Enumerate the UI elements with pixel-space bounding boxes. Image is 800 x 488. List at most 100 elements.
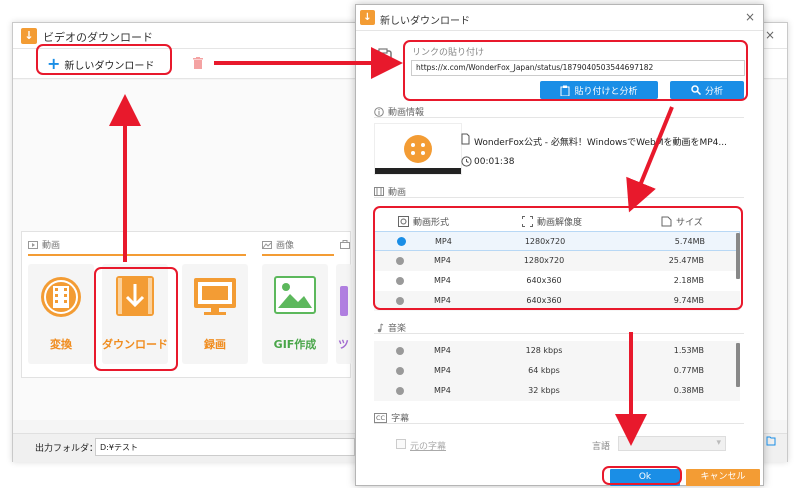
section-video-label: 動画: [42, 241, 61, 251]
audio-row[interactable]: MP4 128 kbps 1.53MB: [374, 341, 740, 361]
dialog-title: 新しいダウンロード: [380, 16, 470, 27]
dialog-close-icon[interactable]: ×: [745, 10, 755, 24]
tile-toolbox-label: ツ: [338, 338, 349, 351]
tools-panel: 動画 画像 変換 ダウンロード 録画 GIF作成 ツ: [21, 231, 352, 378]
original-subtitle-label[interactable]: 元の字幕: [410, 439, 446, 452]
language-select[interactable]: [618, 436, 726, 451]
app-download-icon: ↓: [21, 28, 37, 44]
row-resolution: 1280x720: [523, 256, 565, 265]
plus-icon: +: [47, 54, 61, 73]
new-download-dialog: ↓ 新しいダウンロード × リンクの貼り付け https://x.com/Won…: [355, 4, 764, 486]
audio-row[interactable]: MP4 32 kbps 0.38MB: [374, 381, 740, 401]
output-folder-input[interactable]: D:¥テスト: [95, 438, 355, 456]
analyze-button[interactable]: 分析: [670, 81, 744, 99]
row-bitrate: 64 kbps: [528, 366, 560, 375]
dialog-footer: Ok キャンセル: [356, 467, 763, 487]
row-bitrate: 128 kbps: [525, 346, 563, 355]
record-screen-icon: [194, 278, 236, 315]
new-download-label: 新しいダウンロード: [64, 60, 155, 72]
ok-button[interactable]: Ok: [610, 469, 680, 486]
tile-download[interactable]: ダウンロード: [102, 264, 168, 364]
section-video-underline: [28, 254, 246, 256]
section-image: 画像: [262, 238, 294, 251]
tile-convert[interactable]: 変換: [28, 264, 94, 364]
music-note-icon: [377, 323, 384, 332]
radio-dot-icon: [396, 367, 404, 375]
row-size: 25.47MB: [668, 256, 704, 265]
selected-check-icon: [397, 237, 406, 246]
section-video: 動画: [28, 238, 60, 251]
row-size: 9.74MB: [673, 296, 704, 305]
section-image-underline: [262, 254, 334, 256]
video-row[interactable]: MP4 640x360 2.18MB: [374, 271, 740, 291]
radio-dot-icon: [396, 387, 404, 395]
download-icon: [116, 276, 154, 316]
audio-row[interactable]: MP4 64 kbps 0.77MB: [374, 361, 740, 381]
header-resolution-label: 動画解像度: [537, 218, 583, 228]
thumbnail-bar: [375, 168, 461, 174]
row-resolution: 1280x720: [524, 237, 566, 246]
paste-and-analyze-button[interactable]: 貼り付けと分析: [540, 81, 658, 99]
original-subtitle-checkbox[interactable]: [396, 439, 406, 449]
new-download-button[interactable]: + 新しいダウンロード: [47, 54, 154, 74]
row-size: 0.38MB: [673, 386, 704, 395]
convert-film-icon: [41, 277, 81, 317]
row-size: 5.74MB: [674, 237, 705, 246]
row-size: 2.18MB: [673, 276, 704, 285]
size-icon: [661, 216, 672, 227]
divider: [374, 423, 744, 424]
toolbox-icon: [340, 286, 348, 316]
cc-icon: CC: [374, 412, 388, 423]
paste-and-analyze-label: 貼り付けと分析: [574, 86, 638, 97]
row-resolution: 640x360: [526, 296, 562, 305]
trash-icon[interactable]: [193, 57, 203, 69]
tile-record[interactable]: 録画: [182, 264, 248, 364]
row-format: MP4: [435, 237, 452, 246]
row-size: 1.53MB: [673, 346, 704, 355]
video-row[interactable]: MP4 1280x720 25.47MB: [374, 251, 740, 271]
video-row[interactable]: MP4 1280x720 5.74MB: [374, 231, 740, 251]
header-format-label: 動画形式: [413, 218, 450, 228]
info-icon: [374, 106, 384, 117]
video-title: WonderFox公式 - 必無料！WindowsでWebMを動画をMP4...: [474, 138, 727, 148]
row-format: MP4: [434, 366, 451, 375]
gif-image-icon: [274, 276, 316, 314]
film-icon: [374, 187, 384, 196]
url-input[interactable]: https://x.com/WonderFox_Japan/status/187…: [411, 60, 745, 76]
radio-dot-icon: [396, 347, 404, 355]
header-format: 動画形式: [398, 215, 449, 228]
radio-dot-icon: [396, 297, 404, 305]
header-size-label: サイズ: [676, 218, 703, 228]
audio-scrollbar[interactable]: [736, 343, 740, 387]
main-close-icon[interactable]: ×: [765, 28, 775, 42]
video-row[interactable]: MP4 640x360 9.74MB: [374, 291, 740, 311]
language-label: 言語: [592, 442, 611, 452]
thumbnail-film-icon: [404, 135, 432, 163]
paste-icon: [560, 85, 570, 96]
tile-gif[interactable]: GIF作成: [262, 264, 328, 364]
output-folder-label: 出力フォルダ：: [35, 444, 99, 454]
radio-dot-icon: [396, 277, 404, 285]
file-icon: [461, 133, 470, 145]
cancel-button[interactable]: キャンセル: [686, 469, 760, 486]
row-format: MP4: [434, 346, 451, 355]
row-format: MP4: [434, 386, 451, 395]
tile-toolbox[interactable]: ツ: [336, 264, 352, 364]
section-image-label: 画像: [276, 241, 295, 251]
image-section-icon: [262, 240, 272, 249]
row-format: MP4: [434, 296, 451, 305]
header-size: サイズ: [661, 215, 703, 228]
resolution-icon: [522, 216, 533, 227]
format-icon: [398, 216, 409, 227]
screenshot-stage: ↓ ビデオのダウンロード × + 新しいダウンロード 動画 画像 変換 ダウンロ…: [0, 0, 800, 488]
dialog-app-icon: ↓: [360, 10, 375, 25]
video-thumbnail: [374, 123, 462, 175]
header-resolution: 動画解像度: [522, 215, 582, 228]
row-size: 0.77MB: [673, 366, 704, 375]
tile-record-label: 録画: [204, 338, 226, 351]
video-scrollbar[interactable]: [736, 233, 740, 279]
folder-open-icon[interactable]: [766, 434, 776, 446]
paste-link-label: リンクの貼り付け: [412, 48, 485, 58]
video-section-icon: [28, 240, 38, 249]
row-format: MP4: [434, 276, 451, 285]
